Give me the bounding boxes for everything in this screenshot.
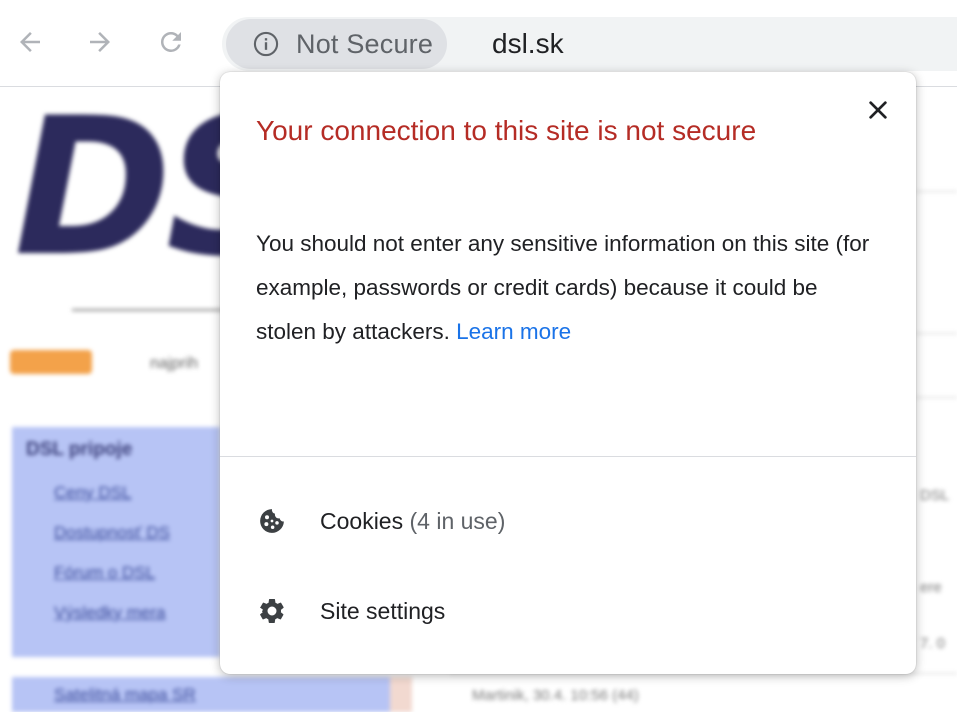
reload-icon: [160, 31, 181, 52]
info-circle-icon: [253, 31, 279, 57]
sidebar-strip: [390, 677, 412, 712]
sidebar-box-2: Satelitná mapa SR: [12, 677, 392, 712]
close-button[interactable]: [858, 90, 898, 130]
security-chip[interactable]: Not Secure: [226, 19, 448, 69]
nav-snippet: najprih: [150, 355, 199, 372]
sidebar-link[interactable]: Ceny DSL: [54, 483, 131, 503]
sidebar-link[interactable]: Dostupnosť DS: [54, 523, 170, 543]
learn-more-link[interactable]: Learn more: [456, 319, 571, 344]
reload-button[interactable]: [153, 24, 189, 60]
popup-title: Your connection to this site is not secu…: [256, 115, 757, 146]
sidebar-box: DSL pripoje Ceny DSL Dostupnosť DS Fórum…: [12, 427, 220, 657]
arrow-left-icon: [20, 32, 40, 52]
cookies-label: Cookies (4 in use): [320, 508, 505, 535]
content-snippet: DSL: [920, 487, 950, 504]
back-button[interactable]: [12, 24, 48, 60]
popup-body: You should not enter any sensitive infor…: [256, 222, 876, 354]
orange-tag: [10, 350, 92, 374]
content-snippet: 7. 0: [920, 635, 946, 652]
forward-button[interactable]: [82, 24, 118, 60]
security-chip-label: Not Secure: [296, 28, 434, 59]
cookie-icon: [256, 505, 288, 537]
sidebar-link[interactable]: Fórum o DSL: [54, 563, 155, 583]
content-snippet: ere: [920, 579, 942, 596]
gear-icon: [256, 595, 288, 627]
cookies-text: Cookies: [320, 507, 404, 534]
url-text[interactable]: dsl.sk: [492, 24, 564, 64]
content-snippet: Martinik, 30.4. 10:56 (44): [472, 687, 639, 704]
close-icon: [869, 101, 887, 119]
sidebar-link[interactable]: Výsledky mera: [54, 603, 165, 623]
site-settings-label: Site settings: [320, 597, 446, 624]
cookies-count: (4 in use): [409, 507, 506, 534]
popup-divider: [220, 456, 916, 457]
sidebar-link[interactable]: Satelitná mapa SR: [54, 685, 196, 705]
sidebar-box-title: DSL pripoje: [26, 439, 133, 460]
site-settings-row[interactable]: Site settings: [220, 580, 916, 642]
cookies-row[interactable]: Cookies (4 in use): [220, 490, 916, 552]
page-info-popup: Your connection to this site is not secu…: [220, 72, 916, 674]
arrow-right-icon: [90, 32, 110, 52]
divider: [72, 309, 222, 311]
